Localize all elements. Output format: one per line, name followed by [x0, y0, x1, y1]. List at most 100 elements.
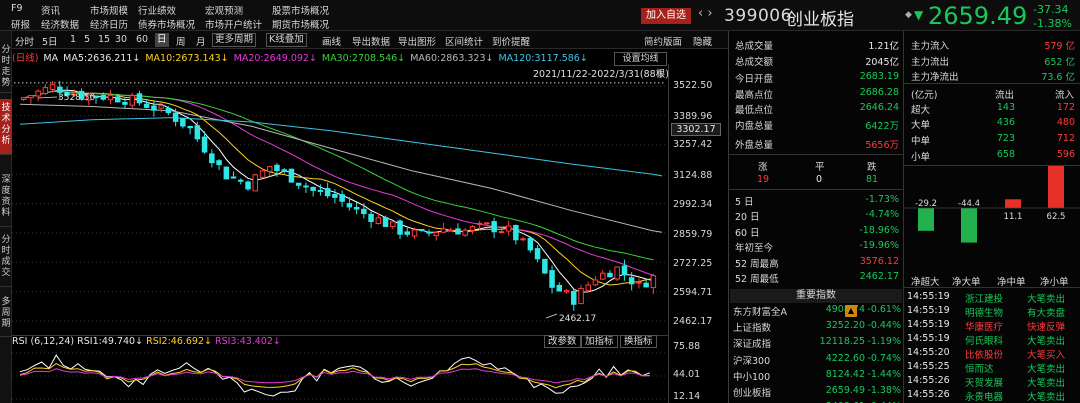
add-indicator-button[interactable]: 加指标 [581, 335, 618, 348]
candle [245, 180, 251, 191]
menu-futures-market[interactable]: 期货市场概况 [272, 17, 329, 31]
tab-1min[interactable]: 1 [70, 34, 76, 45]
more-periods-dropdown[interactable]: 更多周期 [212, 33, 257, 47]
index-name[interactable]: 沪深300 [733, 353, 770, 367]
tab-monthly[interactable]: 月 [196, 34, 206, 48]
tab-5day[interactable]: 5日 [42, 34, 58, 48]
grid-dot [482, 82, 484, 84]
grid-dot [546, 82, 548, 84]
index-name[interactable]: 上证指数 [733, 320, 771, 334]
quote-row: 今日开盘 [735, 74, 774, 85]
candle [42, 84, 49, 96]
vtab-depth[interactable]: 深度资料 [0, 171, 12, 227]
sort-icon[interactable]: ⇅ [656, 70, 664, 80]
candle [216, 159, 222, 171]
tick-stock[interactable]: 恒而达 [965, 361, 994, 375]
menu-market-scale[interactable]: 市场规模 [90, 3, 128, 17]
grid-dot [186, 82, 188, 84]
tick-stock[interactable]: 华康医疗 [965, 319, 1003, 333]
index-pct: -0.44% [867, 320, 901, 331]
f9-key[interactable]: F9 [11, 3, 23, 14]
net-flow-bar-label: 62.5 [1047, 212, 1066, 222]
grid-dot [542, 82, 544, 84]
tick-stock[interactable]: 何氏眼科 [965, 333, 1003, 347]
grid-dot [578, 82, 580, 84]
grid-dot [310, 82, 312, 84]
add-watchlist-button[interactable]: 加入自选 [641, 8, 691, 24]
tab-weekly[interactable]: 周 [176, 34, 186, 48]
tab-intraday[interactable]: 分时 [15, 34, 34, 48]
draw-line-button[interactable]: 画线 [322, 34, 341, 48]
grid-dot [82, 82, 84, 84]
order-label: 中单 [911, 136, 931, 147]
index-name[interactable]: 东方财富全A [733, 304, 787, 318]
index-name[interactable]: 创业板指 [733, 385, 771, 399]
menu-bond-market[interactable]: 债券市场概况 [138, 17, 195, 31]
grid-dot [362, 82, 364, 84]
kline-overlay-dropdown[interactable]: K线叠加 [266, 33, 307, 47]
menu-zixun[interactable]: 资讯 [41, 3, 60, 17]
grid-dot [290, 82, 292, 84]
grid-dot [146, 82, 148, 84]
quote-row: 最高点位 [735, 90, 774, 101]
export-data-button[interactable]: 导出数据 [352, 34, 390, 48]
info-icon[interactable]: ◆ [905, 10, 912, 20]
vtab-multi-period[interactable]: 多周期 [0, 293, 12, 337]
price-alert-button[interactable]: 到价提醒 [492, 34, 530, 48]
menu-account-stats[interactable]: 市场开户统计 [205, 17, 262, 31]
vtab-ticks[interactable]: 分时成交 [0, 231, 12, 287]
rsi1-value: RSI1:49.740↓ [77, 336, 144, 347]
candle [650, 273, 657, 294]
tick-time: 14:55:26 [907, 375, 950, 386]
grid-dot [494, 82, 496, 84]
order-out: 723 [996, 133, 1015, 144]
menu-macro-forecast[interactable]: 宏观预测 [205, 3, 243, 17]
grid-dot [34, 82, 36, 84]
grid-dot [586, 82, 588, 84]
tick-stock[interactable]: 永贵电器 [965, 389, 1003, 403]
chart-toolbar: 分时 5日 1 5 15 30 60 日 周 月 更多周期 K线叠加 画线 导出… [12, 31, 728, 49]
vtab-intraday[interactable]: 分时走势 [0, 41, 12, 93]
grid-dot [598, 82, 600, 84]
vtab-technical[interactable]: 技术分析 [0, 99, 12, 155]
tab-daily[interactable]: 日 [155, 33, 169, 47]
hide-button[interactable]: 隐藏 [693, 34, 712, 48]
tab-5min[interactable]: 5 [84, 34, 90, 45]
grid-dot [658, 82, 660, 84]
tab-30min[interactable]: 30 [115, 34, 127, 45]
switch-indicator-button[interactable]: 换指标 [620, 335, 657, 348]
index-name[interactable]: 深证成指 [733, 336, 771, 350]
index-name[interactable]: 中小100 [733, 369, 770, 383]
menu-industry-perf[interactable]: 行业绩效 [138, 3, 176, 17]
range-stats-button[interactable]: 区间统计 [445, 34, 483, 48]
menu-econ-data[interactable]: 经济数据 [41, 17, 79, 31]
export-chart-button[interactable]: 导出图形 [398, 34, 436, 48]
grid-dot [294, 82, 296, 84]
candle [238, 178, 244, 185]
tick-stock[interactable]: 浙江建投 [965, 291, 1003, 305]
ma30-line [23, 90, 654, 261]
quote-value: 2045亿 [865, 57, 899, 68]
grid-dot [402, 82, 404, 84]
grid-dot [374, 82, 376, 84]
fold-icon[interactable]: ▲ [845, 305, 857, 317]
change-params-button[interactable]: 改参数 [544, 335, 581, 348]
menu-econ-calendar[interactable]: 经济日历 [90, 17, 128, 31]
kline-chart[interactable]: 2021/11/22-2022/3/31(88根) ⇅ 3528.50 2462… [12, 64, 668, 335]
flow-head: 流出 [995, 90, 1015, 101]
flat-count: 0 [816, 174, 823, 185]
tab-15min[interactable]: 15 [98, 34, 110, 45]
order-out: 436 [996, 117, 1015, 128]
menu-yanbao[interactable]: 研报 [11, 17, 30, 31]
tab-60min[interactable]: 60 [136, 34, 148, 45]
simple-layout-button[interactable]: 简约版面 [644, 34, 682, 48]
grid-dot [342, 82, 344, 84]
tick-stock[interactable]: 明德生物 [965, 305, 1003, 319]
tick-stock[interactable]: 比依股份 [965, 347, 1003, 361]
stock-nav-arrows[interactable]: ‹ › [698, 6, 713, 21]
menu-stock-market[interactable]: 股票市场概况 [272, 3, 329, 17]
rsi-chart[interactable] [12, 349, 668, 403]
grid-dot [562, 82, 564, 84]
tick-stock[interactable]: 天贺发展 [965, 375, 1003, 389]
indices-header: 重要指数 [730, 289, 902, 303]
